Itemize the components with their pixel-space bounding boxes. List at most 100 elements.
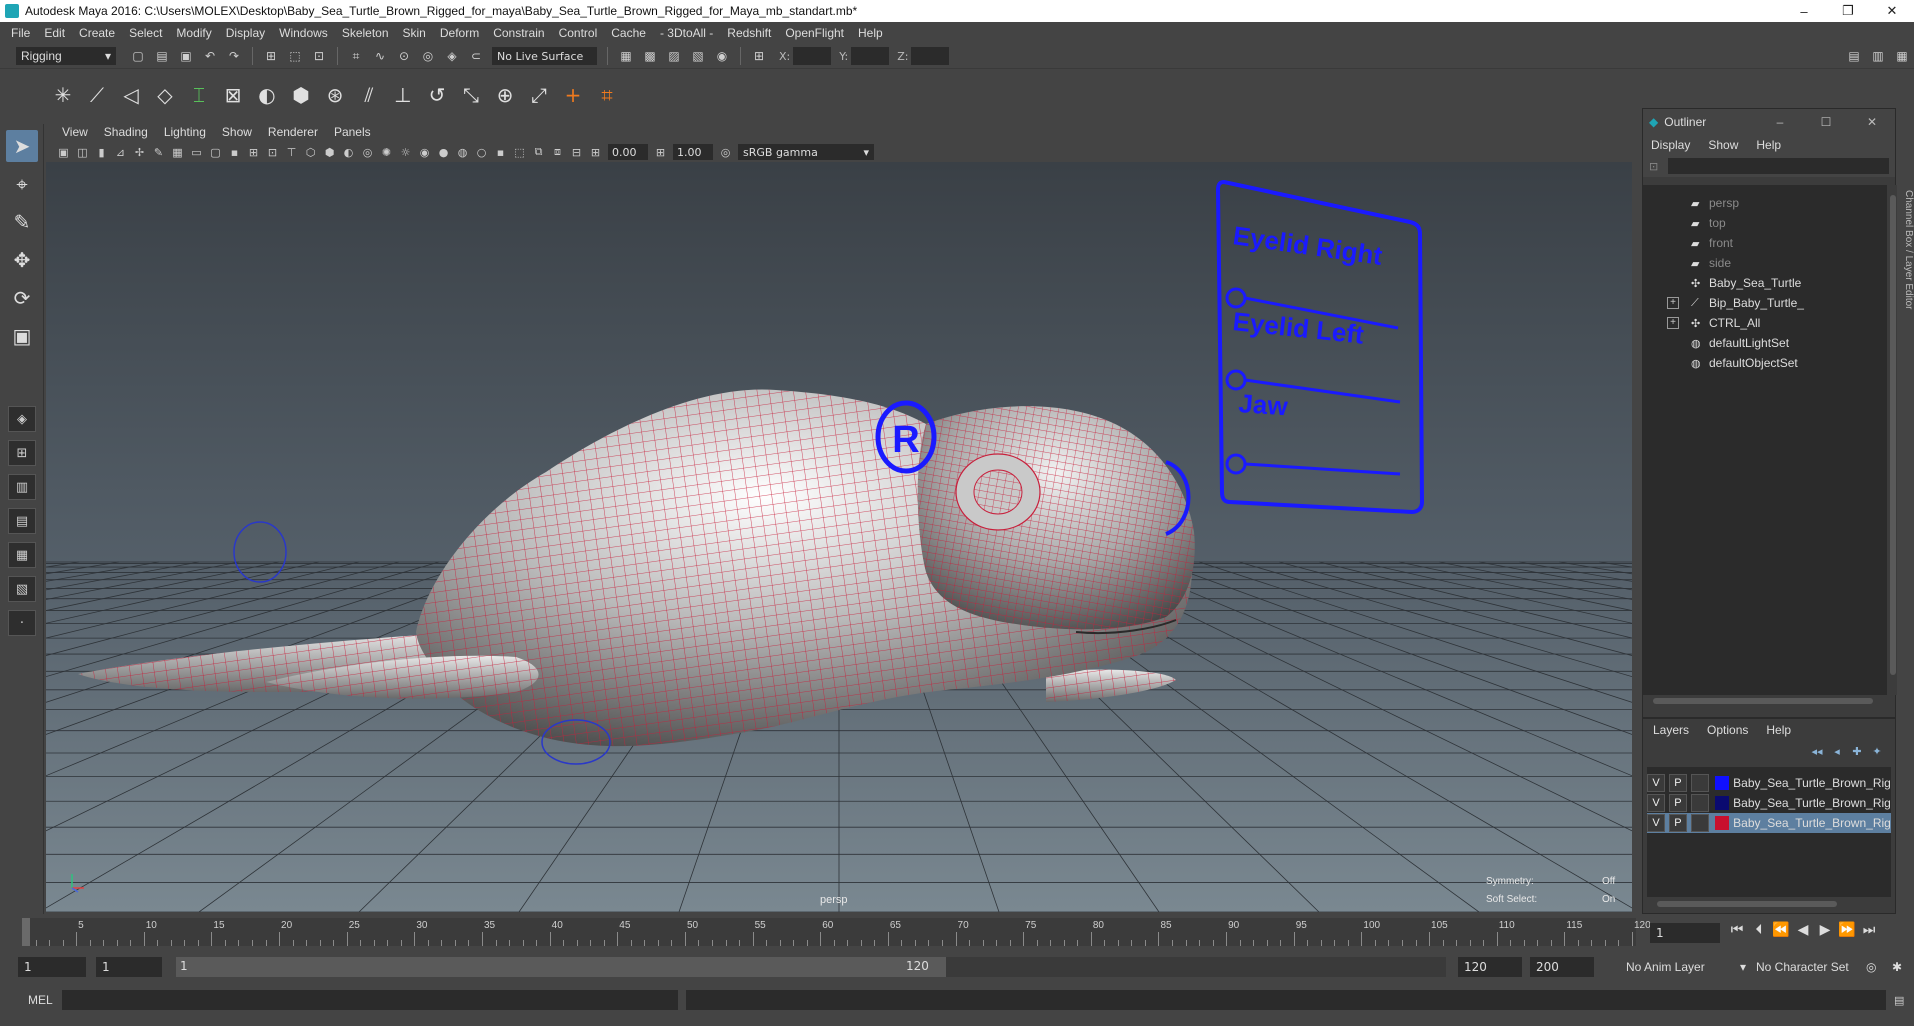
textured-icon[interactable]: ◎: [359, 144, 376, 160]
layer-reference-toggle[interactable]: [1690, 774, 1709, 792]
exposure-icon[interactable]: ⊞: [587, 144, 604, 160]
control-curve-icon[interactable]: ⌗: [592, 80, 622, 110]
menu-skin[interactable]: Skin: [396, 26, 433, 40]
perspective-viewport[interactable]: R Eyelid Right Eyelid Left Jaw persp Sym…: [46, 162, 1632, 912]
lights-icon[interactable]: ✺: [378, 144, 395, 160]
snap-view-icon[interactable]: ◎: [418, 47, 438, 65]
play-backward-icon[interactable]: ◀: [1792, 922, 1814, 938]
ipr-render-icon[interactable]: ▨: [664, 47, 684, 65]
grease-pencil-icon[interactable]: ✎: [150, 144, 167, 160]
lasso-tool-icon[interactable]: ⌖: [6, 168, 38, 200]
outliner-item[interactable]: ▰ persp: [1643, 193, 1887, 213]
z-field[interactable]: [911, 47, 950, 65]
new-layer-selected-icon[interactable]: ✦: [1867, 745, 1887, 758]
antialias-icon[interactable]: ◍: [454, 144, 471, 160]
menu-deform[interactable]: Deform: [433, 26, 486, 40]
ik-handle-icon[interactable]: ⟋: [82, 80, 112, 110]
persp-outliner-layout-icon[interactable]: ▥: [8, 474, 36, 500]
layer-row[interactable]: VP Baby_Sea_Turtle_Brown_Rigged: [1647, 813, 1891, 833]
step-back-key-icon[interactable]: ⏴: [1748, 922, 1770, 938]
range-bar[interactable]: 1 120: [176, 957, 1446, 977]
resolution-gate-icon[interactable]: ▢: [207, 144, 224, 160]
layer-color-swatch[interactable]: [1714, 776, 1730, 790]
render-frame-icon[interactable]: ▦: [616, 47, 636, 65]
transform-field-icon[interactable]: ⊞: [749, 47, 769, 65]
playback-end-field[interactable]: 120: [1458, 957, 1522, 977]
snap-curve-icon[interactable]: ∿: [370, 47, 390, 65]
constraint-pole-icon[interactable]: ⤢: [524, 80, 554, 110]
layer-row[interactable]: VP Baby_Sea_Turtle_Brown_Rigged: [1647, 773, 1891, 793]
current-time-marker[interactable]: [22, 918, 30, 946]
ik-spline-icon[interactable]: ◁: [116, 80, 146, 110]
outliner-menu-show[interactable]: Show: [1708, 138, 1756, 152]
new-scene-icon[interactable]: ▢: [128, 47, 148, 65]
image-plane-icon[interactable]: ⊿: [112, 144, 129, 160]
film-gate-icon[interactable]: ▭: [188, 144, 205, 160]
snap-magnet-icon[interactable]: ⊂: [466, 47, 486, 65]
outliner-item[interactable]: ▰ front: [1643, 233, 1887, 253]
select-camera-icon[interactable]: ▣: [55, 144, 72, 160]
character-set-dropdown[interactable]: No Character Set: [1750, 957, 1870, 977]
auto-key-icon[interactable]: ◎: [1860, 957, 1884, 977]
shadows-icon[interactable]: ☼: [397, 144, 414, 160]
gamma-icon[interactable]: ⊞: [652, 144, 669, 160]
xray-active-icon[interactable]: ⧈: [549, 144, 566, 160]
outliner-item[interactable]: ◍ defaultObjectSet: [1643, 353, 1887, 373]
move-tool-icon[interactable]: ✥: [6, 244, 38, 276]
ao-icon[interactable]: ◉: [416, 144, 433, 160]
menu-select[interactable]: Select: [122, 26, 169, 40]
current-frame-field[interactable]: 1: [1650, 923, 1720, 943]
constraint-point-icon[interactable]: ⊥: [388, 80, 418, 110]
toggle-tool-settings-icon[interactable]: ▥: [1868, 47, 1888, 65]
outliner-search-input[interactable]: [1668, 158, 1889, 174]
scrollbar-thumb[interactable]: [1890, 195, 1896, 675]
layer-visibility-toggle[interactable]: V: [1647, 774, 1665, 792]
viewport-canvas[interactable]: R Eyelid Right Eyelid Left Jaw: [46, 162, 1632, 912]
menuset-dropdown[interactable]: Rigging ▾: [16, 47, 116, 65]
layer-reference-toggle[interactable]: [1690, 814, 1709, 832]
layer-playback-toggle[interactable]: P: [1668, 794, 1687, 812]
expand-icon[interactable]: +: [1667, 317, 1679, 329]
animation-end-field[interactable]: 200: [1530, 957, 1594, 977]
hypershade-icon[interactable]: ◉: [712, 47, 732, 65]
layer-horizontal-scrollbar[interactable]: [1647, 899, 1891, 909]
constraint-aim-icon[interactable]: ⊕: [490, 80, 520, 110]
playback-start-field[interactable]: 1: [96, 957, 162, 977]
outliner-minimize-button[interactable]: –: [1757, 115, 1803, 129]
channel-box-side-tab[interactable]: Channel Box / Layer Editor: [1900, 130, 1914, 370]
minimize-button[interactable]: –: [1782, 0, 1826, 22]
command-input[interactable]: [62, 990, 678, 1010]
layer-menu-options[interactable]: Options: [1707, 723, 1766, 737]
safe-action-icon[interactable]: ⊡: [264, 144, 281, 160]
joint-tool-icon[interactable]: ⌶: [184, 80, 214, 110]
paint-select-tool-icon[interactable]: ✎: [6, 206, 38, 238]
panel-menu-view[interactable]: View: [54, 125, 96, 139]
select-object-icon[interactable]: ⬚: [285, 47, 305, 65]
xray-icon[interactable]: ⬚: [511, 144, 528, 160]
bookmark-icon[interactable]: ▮: [93, 144, 110, 160]
safe-title-icon[interactable]: ⊤: [283, 144, 300, 160]
layer-playback-toggle[interactable]: P: [1668, 774, 1687, 792]
panel-menu-show[interactable]: Show: [214, 125, 260, 139]
dof-icon[interactable]: ○: [473, 144, 490, 160]
paint-weights-icon[interactable]: ◐: [252, 80, 282, 110]
menu-cache[interactable]: Cache: [604, 26, 653, 40]
select-component-icon[interactable]: ⊡: [309, 47, 329, 65]
outliner-item[interactable]: ▰ top: [1643, 213, 1887, 233]
layer-playback-toggle[interactable]: P: [1668, 814, 1687, 832]
time-slider-track[interactable]: 1510152025303540455055606570758085909510…: [22, 918, 1651, 946]
menu-control[interactable]: Control: [552, 26, 605, 40]
close-button[interactable]: ✕: [1870, 0, 1914, 22]
outliner-item[interactable]: + ⟋ Bip_Baby_Turtle_: [1643, 293, 1887, 313]
menu-windows[interactable]: Windows: [272, 26, 335, 40]
menu-modify[interactable]: Modify: [169, 26, 218, 40]
outliner-menu-display[interactable]: Display: [1651, 138, 1708, 152]
backface-culling-icon[interactable]: ⊟: [568, 144, 585, 160]
render-view-icon[interactable]: ▩: [640, 47, 660, 65]
x-field[interactable]: [793, 47, 832, 65]
menu-edit[interactable]: Edit: [37, 26, 72, 40]
select-tool-icon[interactable]: ➤: [6, 130, 38, 162]
isolate-select-icon[interactable]: ▪: [492, 144, 509, 160]
view-transform-dropdown[interactable]: sRGB gamma ▾: [738, 144, 874, 160]
outliner-item[interactable]: ◍ defaultLightSet: [1643, 333, 1887, 353]
